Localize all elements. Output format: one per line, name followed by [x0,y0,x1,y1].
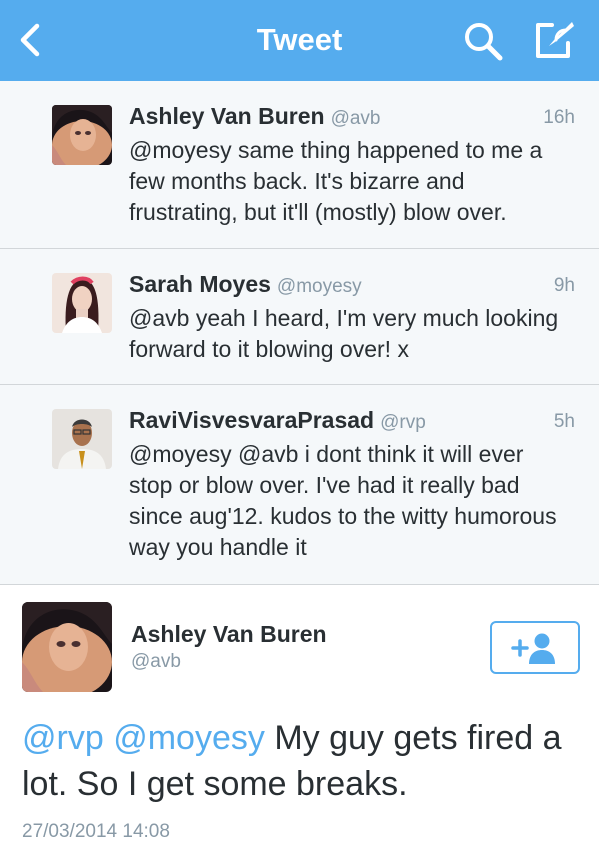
tweet-text: @avb yeah I heard, I'm very much looking… [129,305,559,362]
timestamp: 27/03/2014 14:08 [22,821,170,842]
reply-author: RaviVisvesvaraPrasad @rvp [129,407,426,434]
mention-link[interactable]: @rvp [22,719,104,757]
timestamp: 16h [543,107,575,128]
reply-author: Ashley Van Buren @avb [129,103,381,130]
timestamp: 5h [553,411,575,432]
main-tweet: Ashley Van Buren @avb @rvp @moyesy My gu… [0,585,599,849]
avatar[interactable] [52,105,112,165]
nav-bar: Tweet [0,0,599,81]
reply-tweet[interactable]: RaviVisvesvaraPrasad @rvp 5h @moyesy @avb… [0,385,599,585]
reply-tweet[interactable]: Sarah Moyes @moyesy 9h @avb yeah I heard,… [0,249,599,385]
username[interactable]: @avb [131,651,181,673]
display-name: RaviVisvesvaraPrasad [129,407,375,433]
search-icon [465,23,503,61]
timestamp: 9h [553,275,575,296]
search-button[interactable] [462,20,506,64]
compose-button[interactable] [530,18,578,64]
follow-user-icon [511,633,555,664]
avatar[interactable] [52,273,112,333]
mention-link[interactable]: @moyesy [113,719,265,757]
reply-list: Ashley Van Buren @avb 16h @moyesy same th… [0,81,599,585]
reply-tweet[interactable]: Ashley Van Buren @avb 16h @moyesy same th… [0,81,599,249]
reply-author: Sarah Moyes @moyesy [129,271,362,298]
display-name: Ashley Van Buren [131,621,327,647]
username[interactable]: @rvp [380,412,426,433]
tweet-text: @moyesy same thing happened to me a few … [129,137,543,225]
compose-icon [536,22,574,58]
avatar[interactable] [22,602,112,692]
username[interactable]: @moyesy [277,276,362,297]
page-title: Tweet [256,22,343,57]
display-name: Ashley Van Buren [129,103,325,129]
username[interactable]: @avb [331,108,381,129]
avatar[interactable] [52,409,112,469]
tweet-text: @rvp @moyesy My guy gets fired a lot. So… [22,715,582,807]
follow-button[interactable] [490,621,580,674]
tweet-text: @moyesy @avb i dont think it will ever s… [129,441,557,560]
display-name: Sarah Moyes [129,271,271,297]
